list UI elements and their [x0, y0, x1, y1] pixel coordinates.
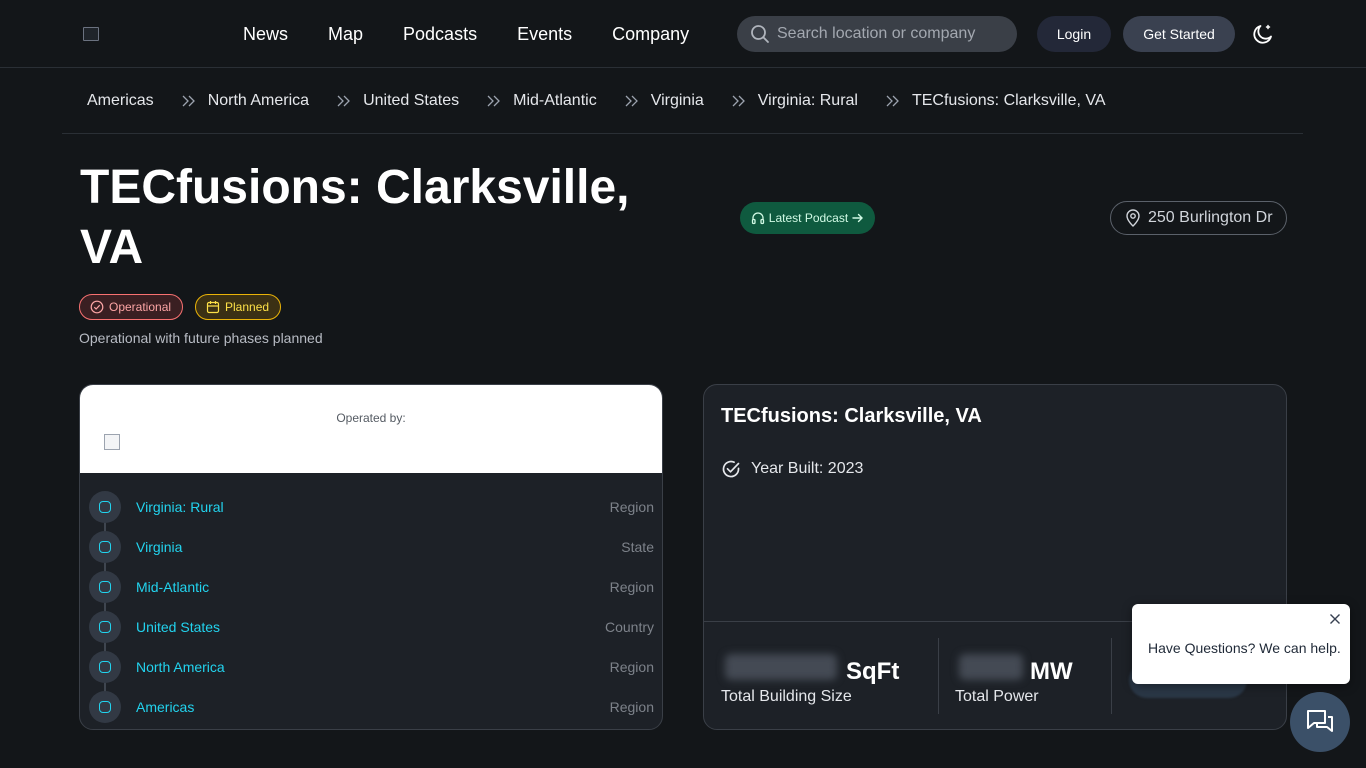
hierarchy-link[interactable]: Mid-Atlantic: [136, 579, 209, 595]
headphones-icon: [751, 212, 764, 225]
chat-popup: Have Questions? We can help.: [1132, 604, 1350, 684]
list-item: United States Country: [80, 603, 662, 643]
calendar-icon: [206, 301, 220, 314]
location-node-icon: [89, 651, 121, 683]
moon-icon[interactable]: [1251, 22, 1275, 46]
location-node-icon: [89, 611, 121, 643]
nav-events[interactable]: Events: [517, 23, 572, 45]
total-power-label: Total Power: [955, 688, 1039, 705]
location-node-icon: [89, 571, 121, 603]
list-item: Mid-Atlantic Region: [80, 563, 662, 603]
breadcrumb: Americas North America United States Mid…: [62, 69, 1303, 134]
operator-logo[interactable]: [104, 434, 120, 450]
total-power-unit: MW: [1030, 658, 1073, 685]
hierarchy-link[interactable]: Virginia: [136, 539, 182, 555]
status-description: Operational with future phases planned: [79, 330, 323, 346]
latest-podcast-label: Latest Podcast: [768, 211, 849, 225]
stat-divider: [938, 638, 939, 714]
hierarchy-type: Region: [609, 659, 654, 675]
breadcrumb-item[interactable]: United States: [363, 92, 459, 110]
site-logo[interactable]: [83, 27, 99, 41]
address-text: 250 Burlington Dr: [1148, 209, 1273, 226]
operational-label: Operational: [109, 300, 172, 314]
check-circle-icon: [90, 300, 104, 314]
map-pin-icon: [1126, 209, 1140, 227]
search-input[interactable]: [777, 25, 1007, 43]
page-title: TECfusions: Clarksville, VA: [80, 161, 630, 274]
breadcrumb-item[interactable]: North America: [208, 92, 309, 110]
chat-message: Have Questions? We can help.: [1148, 640, 1341, 656]
chevron-double-right-icon: [337, 95, 351, 107]
facility-title: TECfusions: Clarksville, VA: [721, 405, 982, 427]
get-started-button[interactable]: Get Started: [1123, 16, 1235, 52]
breadcrumb-item[interactable]: Virginia: [651, 92, 704, 110]
breadcrumb-current[interactable]: TECfusions: Clarksville, VA: [912, 92, 1106, 110]
planned-label: Planned: [225, 300, 270, 314]
location-node-icon: [89, 531, 121, 563]
hierarchy-type: Region: [609, 499, 654, 515]
hierarchy-type: Region: [609, 579, 654, 595]
building-size-unit: SqFt: [846, 658, 900, 685]
hierarchy-link[interactable]: United States: [136, 619, 220, 635]
building-size-value-hidden: [725, 654, 837, 680]
list-item: Virginia: Rural Region: [80, 483, 662, 523]
hierarchy-link[interactable]: Virginia: Rural: [136, 499, 224, 515]
close-icon[interactable]: [1328, 612, 1342, 626]
chevron-double-right-icon: [625, 95, 639, 107]
hierarchy-type: Country: [604, 619, 654, 635]
nav-news[interactable]: News: [243, 23, 288, 45]
main-nav: News Map Podcasts Events Company: [243, 23, 729, 45]
building-size-label: Total Building Size: [721, 688, 852, 705]
chevron-double-right-icon: [182, 95, 196, 107]
hierarchy-type: State: [621, 539, 654, 555]
search-icon: [751, 25, 769, 43]
nav-podcasts[interactable]: Podcasts: [403, 23, 477, 45]
breadcrumb-item[interactable]: Virginia: Rural: [758, 92, 858, 110]
address-pill[interactable]: 250 Burlington Dr: [1110, 201, 1287, 235]
chevron-double-right-icon: [732, 95, 746, 107]
breadcrumb-item[interactable]: Mid-Atlantic: [513, 92, 597, 110]
hierarchy-link[interactable]: Americas: [136, 699, 194, 715]
login-button[interactable]: Login: [1037, 16, 1111, 52]
latest-podcast-button[interactable]: Latest Podcast: [740, 202, 875, 234]
breadcrumb-item[interactable]: Americas: [87, 92, 154, 110]
search-bar[interactable]: [737, 16, 1017, 52]
list-item: Virginia State: [80, 523, 662, 563]
hierarchy-type: Region: [609, 699, 654, 715]
list-item: Americas Region: [80, 683, 662, 723]
chevron-double-right-icon: [886, 95, 900, 107]
nav-map[interactable]: Map: [328, 23, 363, 45]
hierarchy-link[interactable]: North America: [136, 659, 225, 675]
operator-label: Operated by:: [336, 411, 406, 425]
chat-launcher-button[interactable]: [1290, 692, 1350, 752]
list-item: North America Region: [80, 643, 662, 683]
total-power-value-hidden: [959, 654, 1023, 680]
location-hierarchy-card: Operated by: Virginia: Rural Region Virg…: [79, 384, 663, 730]
arrow-right-icon: [852, 213, 864, 223]
nav-company[interactable]: Company: [612, 23, 689, 45]
hierarchy-list: Virginia: Rural Region Virginia State Mi…: [80, 473, 662, 723]
location-node-icon: [89, 491, 121, 523]
operator-section: Operated by:: [80, 385, 662, 473]
stat-divider: [1111, 638, 1112, 714]
year-built-text: Year Built: 2023: [751, 460, 864, 477]
chevron-double-right-icon: [487, 95, 501, 107]
operational-badge: Operational: [79, 294, 183, 320]
location-node-icon: [89, 691, 121, 723]
chat-bubble-icon: [1307, 710, 1333, 732]
top-header: News Map Podcasts Events Company Login G…: [0, 0, 1366, 68]
planned-badge: Planned: [195, 294, 281, 320]
year-built-row: Year Built: 2023: [721, 459, 863, 479]
check-circle-icon: [722, 460, 740, 478]
